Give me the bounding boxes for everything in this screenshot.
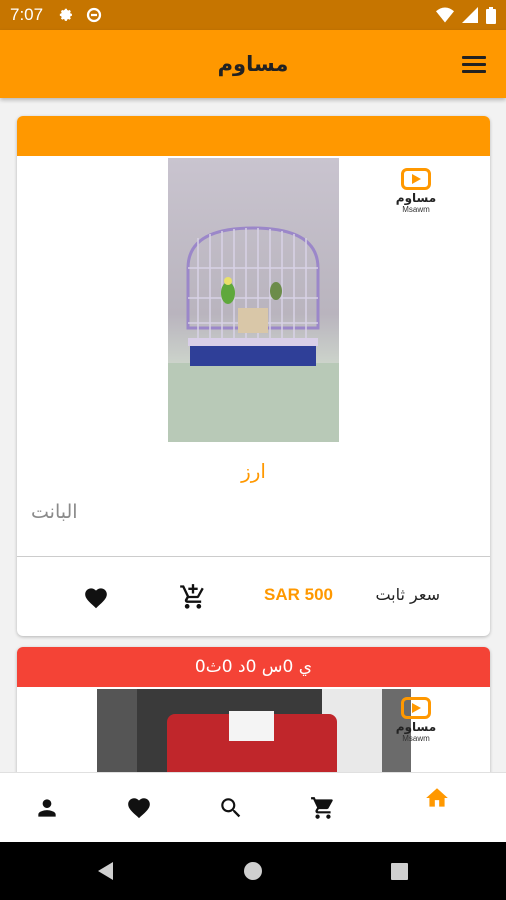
product-name[interactable]: ارز [17,459,490,483]
status-right-icons [436,6,496,24]
nav-profile[interactable] [34,795,60,821]
msawm-logo: مساوم Msawm [394,697,438,749]
nav-search[interactable] [218,795,244,821]
search-icon [221,798,241,818]
battery-icon [486,6,496,24]
profile-icon [38,799,56,817]
listing-card[interactable]: 0ي 0س 0د 0ث مساوم Msawm [17,647,490,772]
app-title: مساوم [217,52,289,76]
signal-icon [462,7,478,23]
menu-button[interactable] [462,54,486,74]
logo-arabic-text: مساوم [395,720,437,734]
logo-latin-text: Msawm [402,734,430,743]
app-bar: مساوم [0,30,506,98]
favorite-button[interactable] [83,585,109,609]
listing-card-header [17,116,490,156]
status-bar: 7:07 [0,0,506,30]
play-logo-icon [401,697,431,719]
price-type-label: سعر ثابت [375,585,440,604]
listing-card-footer: SAR 500 سعر ثابت [17,557,490,636]
product-photo[interactable] [97,689,411,772]
listing-card[interactable]: مساوم Msawm ارز البانت SAR 500 سعر ثابت [17,116,490,636]
logo-arabic-text: مساوم [395,191,437,205]
heart-icon [85,588,107,609]
add-to-cart-button[interactable] [179,583,207,611]
product-price: SAR 500 [264,585,333,604]
settings-icon [59,8,73,21]
play-logo-icon [401,168,431,190]
recents-icon[interactable] [391,863,408,880]
product-image [97,689,411,772]
status-left-icons [57,6,103,24]
home-circle-icon[interactable] [244,862,262,880]
favorite-icon [128,798,150,819]
msawm-logo: مساوم Msawm [394,168,438,220]
bird-cage-image [168,226,339,442]
status-time: 7:07 [10,5,44,24]
bottom-navigation [0,772,506,842]
system-navigation-bar [0,842,506,900]
nav-cart[interactable] [310,795,336,821]
product-photo[interactable] [168,158,339,442]
wifi-icon [436,7,454,23]
back-icon[interactable] [96,861,116,881]
nav-favorites[interactable] [126,795,152,821]
listing-feed[interactable]: مساوم Msawm ارز البانت SAR 500 سعر ثابت … [0,98,506,772]
cart-icon [311,797,333,819]
data-saver-icon [86,7,102,23]
logo-latin-text: Msawm [402,205,430,214]
home-icon [426,788,448,807]
auction-countdown: 0ي 0س 0د 0ث [17,647,490,687]
nav-home[interactable] [424,785,450,811]
add-shopping-cart-icon [180,584,204,609]
product-description: البانت [31,501,78,523]
